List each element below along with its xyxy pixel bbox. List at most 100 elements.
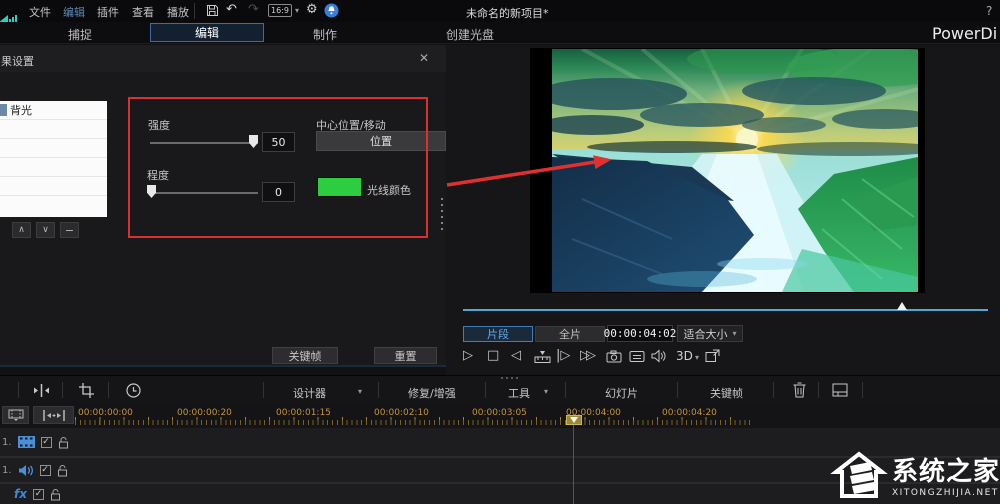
previous-frame-button[interactable]: ◁: [511, 348, 521, 363]
playhead-marker[interactable]: [566, 415, 582, 425]
keyframe-button[interactable]: 关键帧: [272, 347, 338, 364]
watermark-title: 系统之家: [892, 456, 1000, 487]
function-toolbar: 效果 设计器 ▾ 修复/增强 工具 ▾ 幻灯片 关键帧: [0, 375, 1000, 403]
designer-button[interactable]: 设计器: [293, 385, 326, 401]
watermark: 系统之家 XITONGZHIJIA.NET: [830, 446, 1000, 502]
undo-icon[interactable]: ↶: [226, 2, 237, 17]
preview-seek-bar[interactable]: [463, 309, 988, 311]
tab-capture[interactable]: 捕捉: [68, 26, 92, 43]
intensity-slider-handle[interactable]: [249, 135, 258, 148]
effect-list[interactable]: 背光: [0, 101, 107, 217]
slideshow-button[interactable]: 幻灯片: [605, 385, 638, 401]
3d-mode-button[interactable]: 3D: [676, 349, 693, 363]
track-number: 1.: [2, 464, 12, 476]
project-title: 未命名的新项目*: [466, 7, 549, 20]
chevron-down-icon[interactable]: ▾: [358, 387, 362, 396]
position-button[interactable]: 位置: [316, 131, 446, 151]
track-number: 1.: [2, 436, 12, 448]
module-tab-bar: 捕捉 编辑 制作 创建光盘 PowerDi: [0, 22, 1000, 44]
track-lock-icon[interactable]: [57, 464, 68, 477]
menu-plugins[interactable]: 插件: [97, 4, 119, 20]
effect-track-header: fx ✓: [0, 484, 75, 504]
storyboard-panel-icon[interactable]: [832, 383, 848, 397]
stop-button[interactable]: □: [487, 348, 499, 363]
fit-timeline-button[interactable]: [33, 406, 74, 424]
track-enable-checkbox[interactable]: ✓: [39, 464, 51, 476]
menu-view[interactable]: 查看: [132, 4, 154, 20]
next-frame-button[interactable]: |▷: [556, 348, 570, 363]
effect-list-empty-row: [0, 139, 107, 158]
video-frame: [530, 48, 925, 293]
effect-settings-panel: 果设置 ✕ 背光 ∧ ∨ − 强度 50 程度 0 中心位置/移动 位置 光线颜…: [0, 45, 446, 367]
track-enable-checkbox[interactable]: ✓: [32, 488, 44, 500]
chevron-down-icon[interactable]: ▾: [295, 6, 299, 15]
effect-list-empty-row: [0, 120, 107, 139]
tab-edit[interactable]: 编辑: [150, 23, 264, 42]
close-icon[interactable]: ✕: [419, 51, 429, 65]
clip-mode-button[interactable]: 片段: [463, 326, 533, 342]
volume-speaker-button[interactable]: [651, 349, 667, 363]
effect-list-empty-row: [0, 158, 107, 177]
menu-play[interactable]: 播放: [167, 4, 189, 20]
fast-forward-button[interactable]: ▷▷: [580, 348, 596, 363]
gear-icon[interactable]: ⚙: [306, 2, 318, 17]
timeline-ruler-ticks: [75, 420, 751, 425]
menu-edit[interactable]: 编辑: [63, 4, 85, 20]
movie-mode-button[interactable]: 全片: [535, 326, 605, 342]
tab-produce[interactable]: 制作: [313, 26, 337, 43]
crop-icon[interactable]: [79, 383, 94, 398]
tab-create-disc[interactable]: 创建光盘: [446, 26, 494, 43]
chevron-down-icon[interactable]: ▾: [695, 353, 699, 362]
chevron-down-icon[interactable]: ▾: [544, 387, 548, 396]
caption-list-button[interactable]: [629, 350, 645, 363]
track-lock-icon[interactable]: [58, 436, 69, 449]
fit-size-label: 适合大小: [683, 327, 728, 341]
save-icon[interactable]: [206, 4, 219, 17]
effect-panel-header: 果设置 ✕: [0, 45, 446, 72]
step-ruler-button[interactable]: [534, 351, 551, 364]
move-up-button[interactable]: ∧: [12, 222, 31, 238]
aspect-ratio-selector[interactable]: 16:9: [268, 4, 292, 17]
trash-icon[interactable]: [793, 382, 806, 398]
tools-button[interactable]: 工具: [508, 385, 530, 401]
effect-list-empty-row: [0, 177, 107, 196]
seek-position-marker[interactable]: [897, 302, 907, 310]
track-enable-checkbox[interactable]: ✓: [40, 436, 52, 448]
effect-thumbnail-icon: [0, 104, 7, 116]
help-button[interactable]: ?: [986, 4, 992, 18]
duration-clock-icon[interactable]: [126, 383, 141, 398]
preview-timecode[interactable]: 00:00:04:02: [604, 325, 676, 342]
title-bar: 文件 编辑 插件 查看 播放 ↶ ↷ 16:9 ▾ ⚙ 未命名的新项目* ?: [0, 0, 1000, 31]
detach-window-button[interactable]: [705, 349, 720, 363]
filmstrip-add-icon: [8, 409, 23, 421]
remove-effect-button[interactable]: −: [60, 222, 79, 238]
playhead-line[interactable]: [573, 424, 574, 504]
track-lock-icon[interactable]: [50, 488, 61, 501]
intensity-label: 强度: [148, 119, 170, 132]
keyframe-tool-button[interactable]: 关键帧: [710, 385, 743, 401]
light-color-swatch[interactable]: [317, 177, 362, 197]
move-down-button[interactable]: ∨: [36, 222, 55, 238]
degree-slider-handle[interactable]: [147, 185, 156, 198]
fix-enhance-button[interactable]: 修复/增强: [408, 385, 456, 401]
preview-area: 片段 全片 00:00:04:02 适合大小 ▾ ▷ □ ◁ |▷ ▷▷ 3D …: [446, 45, 1000, 375]
audio-track-icon: [18, 464, 33, 476]
fit-size-dropdown[interactable]: 适合大小 ▾: [677, 325, 743, 342]
fit-range-icon: [42, 409, 65, 421]
track-manager-button[interactable]: [2, 406, 29, 424]
intensity-slider[interactable]: [150, 142, 258, 144]
reset-button[interactable]: 重置: [374, 347, 437, 364]
audio-track-header: 1. ✓: [0, 458, 75, 482]
effect-list-item[interactable]: 背光: [0, 101, 107, 120]
play-button[interactable]: ▷: [463, 348, 473, 363]
snapshot-camera-button[interactable]: [606, 350, 622, 363]
panel-splitter-handle[interactable]: [441, 198, 443, 230]
notification-icon[interactable]: [324, 3, 339, 18]
effect-item-label: 背光: [10, 104, 32, 117]
degree-value[interactable]: 0: [262, 182, 295, 202]
split-clip-icon[interactable]: [33, 384, 50, 397]
watermark-logo-icon: [830, 451, 888, 498]
degree-slider[interactable]: [150, 192, 258, 194]
intensity-value[interactable]: 50: [262, 132, 295, 152]
menu-file[interactable]: 文件: [29, 4, 51, 20]
